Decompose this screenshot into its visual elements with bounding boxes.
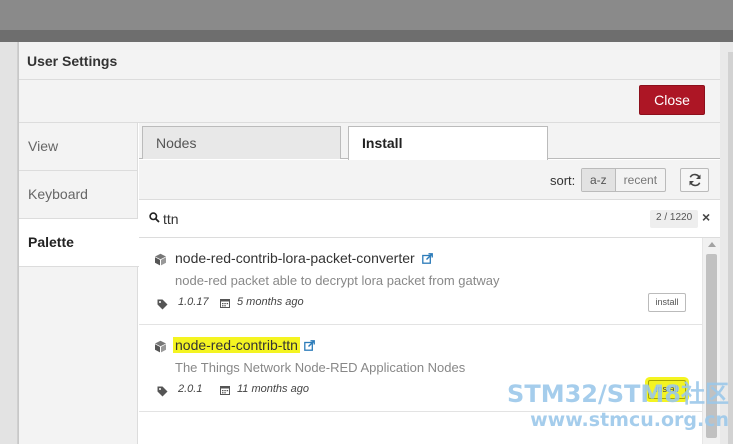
scrollbar-thumb[interactable] <box>706 254 717 438</box>
sort-az-button[interactable]: a-z <box>582 169 616 191</box>
package-version: 1.0.17 <box>178 296 209 308</box>
search-input[interactable] <box>163 208 643 230</box>
package-version: 2.0.1 <box>178 383 203 395</box>
install-button[interactable]: install <box>648 293 686 312</box>
search-result-count: 2 / 1220 <box>650 210 699 228</box>
palette-panel: Nodes Install sort: a-z recent ttn 2 / 1… <box>139 123 720 444</box>
package-updated: 11 months ago <box>237 383 309 395</box>
sort-label: sort: <box>550 173 576 188</box>
editor-toolbar <box>0 30 733 42</box>
package-description: The Things Network Node-RED Application … <box>175 360 466 375</box>
package-icon <box>155 253 166 266</box>
close-button[interactable]: Close <box>639 85 705 115</box>
sort-toggle-group: a-z recent <box>581 168 667 192</box>
package-list-scrollbar[interactable] <box>702 238 720 444</box>
refresh-button[interactable] <box>680 168 709 192</box>
tag-icon <box>157 299 168 310</box>
workspace-background-left <box>0 42 18 444</box>
package-name-link[interactable]: node-red-contrib-ttn <box>173 337 300 353</box>
palette-tabs: Nodes Install <box>139 123 720 160</box>
sidebar-item-view[interactable]: View <box>19 123 138 171</box>
dialog-button-bar: Close <box>19 80 720 123</box>
editor-header <box>0 0 733 42</box>
list-item: node-red-contrib-ttn The Things Network … <box>139 325 702 412</box>
calendar-icon <box>220 299 230 308</box>
tab-nodes[interactable]: Nodes <box>142 126 341 159</box>
calendar-icon <box>220 386 230 395</box>
search-row: 2 / 1220 × <box>139 200 720 238</box>
tab-install[interactable]: Install <box>348 126 548 160</box>
package-updated: 5 months ago <box>237 296 304 308</box>
sidebar-item-keyboard[interactable]: Keyboard <box>19 171 138 219</box>
package-icon <box>155 340 166 353</box>
list-item: node-red-contrib-lora-packet-converter n… <box>139 238 702 325</box>
package-name-link[interactable]: node-red-contrib-lora-packet-converter <box>175 250 415 266</box>
install-button[interactable]: install <box>648 380 686 399</box>
sort-recent-button[interactable]: recent <box>616 169 665 191</box>
search-icon <box>149 212 160 223</box>
scroll-up-arrow-icon[interactable] <box>708 242 716 247</box>
external-link-icon[interactable] <box>304 340 315 351</box>
dialog-title: User Settings <box>19 42 720 80</box>
workspace-scrollbar <box>728 52 733 444</box>
package-list: node-red-contrib-lora-packet-converter n… <box>139 238 720 444</box>
user-settings-dialog: User Settings Close View Keyboard Palett… <box>18 42 720 444</box>
external-link-icon[interactable] <box>422 253 433 264</box>
settings-sidebar: View Keyboard Palette <box>19 123 139 444</box>
refresh-icon <box>689 173 701 187</box>
clear-search-icon[interactable]: × <box>702 209 710 225</box>
tag-icon <box>157 386 168 397</box>
sort-bar: sort: a-z recent <box>139 160 720 200</box>
sidebar-item-palette[interactable]: Palette <box>19 219 139 267</box>
package-description: node-red packet able to decrypt lora pac… <box>175 273 500 288</box>
